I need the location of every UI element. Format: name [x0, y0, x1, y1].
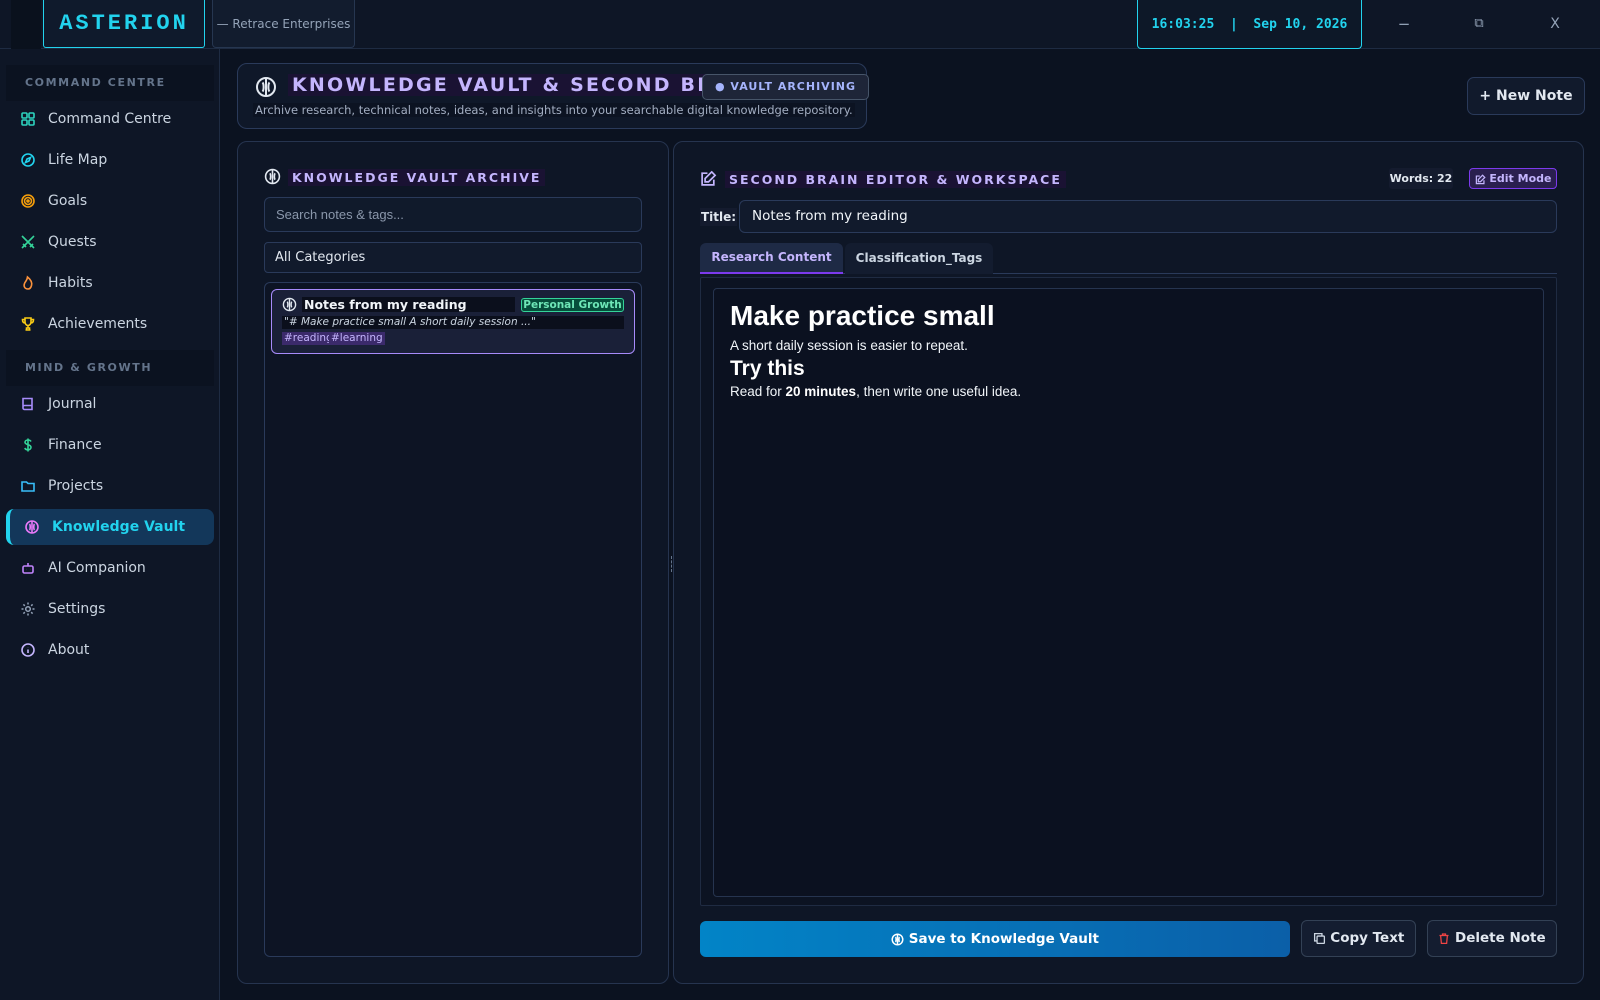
tab-classification-tags[interactable]: Classification_Tags	[845, 243, 993, 274]
sidebar-item-label: Quests	[48, 234, 97, 250]
brand-strip	[11, 0, 41, 49]
sidebar-item-finance[interactable]: Finance	[6, 427, 214, 463]
sidebar-item-label: Journal	[48, 396, 97, 412]
copy-text-button[interactable]: Copy Text	[1301, 920, 1416, 957]
sidebar-item-life-map[interactable]: Life Map	[6, 142, 214, 178]
content-text: , then write one useful idea.	[856, 384, 1022, 399]
title-bar: ASTERION — Retrace Enterprises 16:03:25 …	[0, 0, 1600, 49]
save-button[interactable]: Save to Knowledge Vault	[700, 921, 1290, 957]
note-snippet: "# Make practice small A short daily ses…	[282, 316, 624, 329]
grid-icon	[20, 111, 36, 127]
trophy-icon	[20, 316, 36, 332]
sidebar-item-label: Finance	[48, 437, 102, 453]
edit-mode-button[interactable]: Edit Mode	[1469, 168, 1557, 189]
brain-icon	[264, 168, 281, 189]
sidebar-section-mind-growth: MIND & GROWTH	[6, 350, 214, 386]
title-label: Title:	[700, 208, 738, 226]
swords-icon	[20, 234, 36, 250]
search-input[interactable]	[264, 197, 642, 232]
minimize-button[interactable]: −	[1390, 10, 1418, 38]
sidebar-item-command-centre[interactable]: Command Centre	[6, 101, 214, 137]
edit-mode-label: Edit Mode	[1489, 172, 1552, 185]
close-button[interactable]: X	[1541, 10, 1569, 38]
content-paragraph: Read for 20 minutes, then write one usef…	[730, 384, 1021, 399]
status-badge: ● VAULT ARCHIVING	[702, 74, 870, 100]
word-count: Words: 22	[1389, 168, 1453, 189]
sidebar-item-label: Projects	[48, 478, 104, 494]
clock-display: 16:03:25 | Sep 10, 2026	[1137, 0, 1362, 49]
sidebar-item-label: Achievements	[48, 316, 148, 332]
sidebar-item-label: AI Companion	[48, 560, 146, 576]
clock-date: Sep 10, 2026	[1253, 17, 1348, 32]
sidebar-item-label: Command Centre	[48, 111, 172, 127]
delete-note-button[interactable]: Delete Note	[1427, 920, 1557, 957]
delete-button-label: Delete Note	[1455, 930, 1546, 946]
page-title: KNOWLEDGE VAULT & SECOND BRAIN	[288, 74, 763, 96]
note-title: Notes from my reading	[302, 297, 515, 312]
editor-title: SECOND BRAIN EDITOR & WORKSPACE	[725, 171, 1066, 188]
sidebar-item-label: Settings	[48, 601, 106, 617]
brain-icon	[24, 519, 40, 535]
bot-icon	[20, 560, 36, 576]
content-text: Read for	[730, 384, 786, 399]
sidebar-item-label: Life Map	[48, 152, 108, 168]
archive-title: KNOWLEDGE VAULT ARCHIVE	[288, 169, 546, 186]
content-bold: 20 minutes	[785, 384, 857, 399]
category-select[interactable]: All Categories	[264, 242, 642, 273]
info-icon	[20, 642, 36, 658]
tab-research-content[interactable]: Research Content	[700, 243, 843, 274]
sidebar-item-label: Goals	[48, 193, 88, 209]
page-subtitle: Archive research, technical notes, ideas…	[253, 103, 855, 117]
content-paragraph: A short daily session is easier to repea…	[730, 338, 968, 353]
book-icon	[20, 396, 36, 412]
clock-time: 16:03:25	[1151, 17, 1215, 32]
clock-separator: |	[1229, 17, 1238, 32]
tag-chip[interactable]: #reading	[282, 332, 335, 345]
target-icon	[20, 193, 36, 209]
flame-icon	[20, 275, 36, 291]
sidebar-item-journal[interactable]: Journal	[6, 386, 214, 422]
trash-icon	[1439, 932, 1449, 944]
sidebar-item-projects[interactable]: Projects	[6, 468, 214, 504]
sidebar-item-knowledge-vault[interactable]: Knowledge Vault	[6, 509, 214, 545]
sidebar-item-label: Knowledge Vault	[52, 519, 186, 535]
new-note-button[interactable]: + New Note	[1467, 77, 1585, 115]
folder-icon	[20, 478, 36, 494]
compass-icon	[20, 152, 36, 168]
content-heading: Make practice small	[730, 300, 995, 331]
sidebar-item-label: Habits	[48, 275, 93, 291]
copy-icon	[1313, 932, 1325, 944]
category-badge: Personal Growth	[521, 298, 624, 312]
company-label: — Retrace Enterprises	[212, 0, 355, 48]
restore-button[interactable]: ⧉	[1465, 10, 1493, 38]
sidebar-item-settings[interactable]: Settings	[6, 591, 214, 627]
save-button-label: Save to Knowledge Vault	[908, 931, 1099, 947]
edit-icon	[1475, 173, 1486, 184]
brain-icon	[254, 75, 278, 103]
app-brand: ASTERION	[43, 0, 205, 48]
brain-icon	[891, 932, 904, 946]
sidebar-item-ai-companion[interactable]: AI Companion	[6, 550, 214, 586]
sidebar-item-about[interactable]: About	[6, 632, 214, 668]
brain-icon	[282, 297, 297, 316]
sidebar-item-achievements[interactable]: Achievements	[6, 306, 214, 342]
copy-button-label: Copy Text	[1330, 930, 1405, 946]
sidebar-section-command-centre: COMMAND CENTRE	[6, 65, 214, 101]
edit-icon	[700, 170, 717, 191]
tag-chip[interactable]: #learning	[329, 332, 385, 345]
note-title-input[interactable]: Notes from my reading	[739, 200, 1557, 233]
note-list	[264, 282, 642, 957]
gear-icon	[20, 601, 36, 617]
sidebar-item-quests[interactable]: Quests	[6, 224, 214, 260]
content-subheading: Try this	[730, 357, 805, 380]
sidebar-item-label: About	[48, 642, 90, 658]
dollar-icon	[20, 437, 36, 453]
sidebar-item-habits[interactable]: Habits	[6, 265, 214, 301]
sidebar-item-goals[interactable]: Goals	[6, 183, 214, 219]
markdown-preview[interactable]	[713, 288, 1544, 897]
